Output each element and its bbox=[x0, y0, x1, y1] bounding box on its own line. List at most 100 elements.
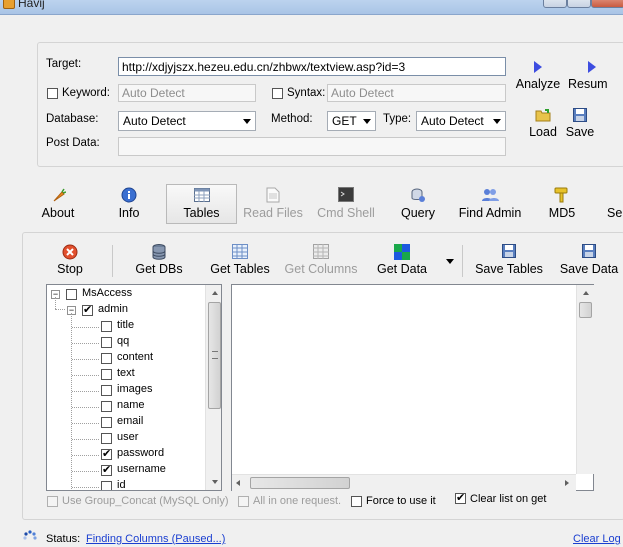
close-button[interactable] bbox=[591, 0, 623, 8]
tab-query[interactable]: Query bbox=[395, 187, 441, 220]
grip-icon bbox=[212, 351, 218, 359]
columns-icon bbox=[313, 244, 329, 259]
tree-column-checkbox[interactable] bbox=[101, 463, 112, 476]
tab-read-files[interactable]: Read Files bbox=[241, 187, 305, 220]
table-icon bbox=[193, 188, 210, 202]
scroll-thumb[interactable] bbox=[208, 302, 221, 409]
title-bar[interactable]: Havij bbox=[0, 0, 623, 15]
scroll-right-button[interactable] bbox=[565, 480, 569, 486]
tree-column-checkbox[interactable] bbox=[101, 481, 112, 490]
resume-button[interactable]: Resum bbox=[568, 61, 623, 91]
tab-cmd-shell[interactable]: Cmd Shell bbox=[313, 187, 379, 220]
tree-line bbox=[72, 407, 99, 408]
analyze-button[interactable]: Analyze bbox=[514, 61, 562, 91]
scroll-thumb[interactable] bbox=[579, 302, 592, 318]
carrot-icon bbox=[53, 188, 66, 202]
tab-settings-label: Se bbox=[607, 206, 623, 220]
syntax-checkbox[interactable] bbox=[272, 88, 283, 99]
tree-line bbox=[72, 455, 99, 456]
tab-about[interactable]: About bbox=[37, 187, 79, 220]
maximize-button[interactable] bbox=[567, 0, 591, 8]
tree-column-label: password bbox=[117, 447, 165, 459]
h-scroll-thumb[interactable] bbox=[250, 477, 350, 489]
tree-column-label: user bbox=[117, 431, 139, 443]
tree-column-label: title bbox=[117, 319, 135, 331]
scroll-up-button[interactable] bbox=[207, 286, 221, 301]
type-label: Type: bbox=[383, 113, 412, 125]
load-button[interactable]: Load bbox=[526, 108, 560, 139]
data-grid-icon bbox=[394, 244, 410, 260]
syntax-input[interactable]: Auto Detect bbox=[327, 84, 506, 102]
tree-vertical-scrollbar[interactable] bbox=[205, 285, 221, 490]
grid-horizontal-scrollbar[interactable] bbox=[232, 474, 576, 491]
arrow-left-icon bbox=[236, 480, 240, 486]
scroll-up-button[interactable] bbox=[578, 286, 593, 301]
database-select[interactable]: Auto Detect bbox=[118, 111, 256, 131]
tree-column-checkbox[interactable] bbox=[101, 433, 112, 444]
status-label: Status: bbox=[46, 533, 81, 545]
database-select-value: Auto Detect bbox=[123, 114, 186, 128]
tree-line bbox=[72, 375, 99, 376]
tree-table-checkbox[interactable] bbox=[82, 303, 93, 316]
tab-tables[interactable]: Tables bbox=[166, 184, 237, 224]
tree-column-checkbox[interactable] bbox=[101, 417, 112, 428]
analyze-label: Analyze bbox=[515, 77, 561, 91]
clear-list-checkbox[interactable] bbox=[455, 491, 466, 504]
tree-column-label: id bbox=[117, 479, 126, 491]
chevron-down-icon bbox=[493, 119, 501, 124]
tree-line bbox=[72, 327, 99, 328]
tree-column-checkbox[interactable] bbox=[101, 337, 112, 348]
keyword-input[interactable]: Auto Detect bbox=[118, 84, 256, 102]
force-checkbox[interactable] bbox=[351, 496, 362, 507]
toolbar-divider-2 bbox=[462, 245, 463, 277]
get-tables-button[interactable]: Get Tables bbox=[206, 244, 274, 276]
tree-root-checkbox[interactable] bbox=[66, 289, 77, 300]
tab-find-admin-label: Find Admin bbox=[458, 206, 522, 220]
resume-play-icon bbox=[588, 61, 596, 73]
scroll-left-button[interactable] bbox=[236, 480, 240, 486]
data-grid[interactable] bbox=[231, 284, 594, 491]
database-label: Database: bbox=[46, 113, 99, 125]
save-tables-button[interactable]: Save Tables bbox=[472, 244, 546, 276]
get-data-dropdown-icon[interactable] bbox=[446, 259, 454, 264]
save-tables-label: Save Tables bbox=[475, 262, 543, 276]
scroll-down-button[interactable] bbox=[207, 474, 221, 489]
tab-settings[interactable]: Se bbox=[607, 206, 623, 220]
tab-find-admin[interactable]: Find Admin bbox=[455, 187, 525, 220]
tab-md5-label: MD5 bbox=[548, 206, 576, 220]
keyword-checkbox[interactable] bbox=[47, 88, 58, 99]
save-data-button[interactable]: Save Data bbox=[556, 244, 622, 276]
chevron-down-icon bbox=[363, 119, 371, 124]
tab-info[interactable]: Info bbox=[108, 187, 150, 220]
stop-button[interactable]: Stop bbox=[52, 244, 88, 276]
get-columns-button[interactable]: Get Columns bbox=[280, 244, 362, 276]
group-concat-checkbox[interactable] bbox=[47, 496, 58, 507]
get-dbs-button[interactable]: Get DBs bbox=[132, 244, 186, 276]
tree-column-checkbox[interactable] bbox=[101, 353, 112, 364]
folder-open-icon bbox=[535, 109, 551, 122]
method-select[interactable]: GET bbox=[327, 111, 376, 131]
tree-column-checkbox[interactable] bbox=[101, 401, 112, 412]
tree-column-checkbox[interactable] bbox=[101, 385, 112, 396]
grid-icon bbox=[232, 244, 248, 259]
type-select[interactable]: Auto Detect bbox=[416, 111, 506, 131]
tree-line bbox=[55, 297, 56, 309]
tree-line bbox=[72, 439, 99, 440]
db-tree[interactable]: − MsAccess − admin titleqqcontenttextima… bbox=[46, 284, 222, 491]
tree-column-checkbox[interactable] bbox=[101, 321, 112, 332]
tree-column-checkbox[interactable] bbox=[101, 447, 112, 460]
tab-tables-label: Tables bbox=[183, 206, 220, 220]
save-button[interactable]: Save bbox=[564, 108, 596, 139]
get-data-button[interactable]: Get Data bbox=[372, 244, 432, 276]
target-url-input[interactable] bbox=[118, 57, 506, 76]
minimize-button[interactable] bbox=[543, 0, 567, 8]
tab-info-label: Info bbox=[118, 206, 140, 220]
tree-line bbox=[72, 343, 99, 344]
tree-column-checkbox[interactable] bbox=[101, 369, 112, 380]
clear-log-link[interactable]: Clear Log bbox=[573, 533, 621, 545]
postdata-input[interactable] bbox=[118, 137, 506, 156]
tab-md5[interactable]: MD5 bbox=[543, 187, 581, 220]
grid-vertical-scrollbar[interactable] bbox=[576, 285, 594, 474]
keyword-label: Keyword: bbox=[62, 87, 110, 99]
all-in-one-checkbox[interactable] bbox=[238, 496, 249, 507]
